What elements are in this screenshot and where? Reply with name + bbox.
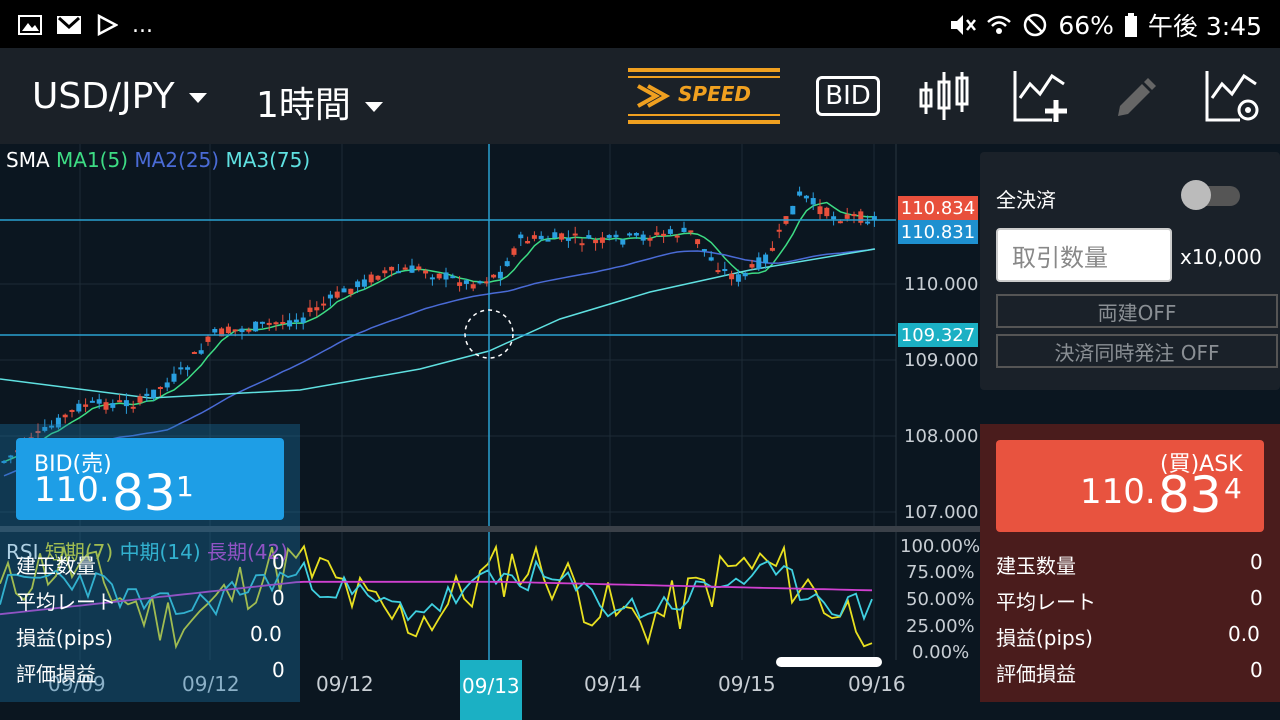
- date-label: 09/16: [848, 672, 906, 696]
- candle: [253, 321, 259, 332]
- quantity-placeholder: 取引数量: [1012, 243, 1108, 272]
- ask-price-small: 4: [1224, 472, 1242, 505]
- ask-price-main: 110.: [1080, 472, 1156, 512]
- ask-eval-pl-label: 評価損益: [996, 662, 1076, 686]
- candlestick-icon[interactable]: [918, 68, 970, 124]
- bid-pips-label: 損益(pips): [16, 626, 113, 650]
- bid-sell-button[interactable]: BID(売) 110. 83 1: [16, 438, 284, 522]
- status-right: 66% 午後 3:45: [948, 8, 1262, 42]
- sma-legend: SMA MA1(5) MA2(25) MA3(75): [6, 148, 310, 172]
- scroll-handle[interactable]: [776, 657, 882, 667]
- date-label: 09/14: [584, 672, 642, 696]
- bid-avg-rate-value: 0: [272, 586, 285, 610]
- chart-settings-icon[interactable]: [1204, 68, 1262, 124]
- ma2-label: MA2(25): [134, 148, 220, 172]
- clock: 午後 3:45: [1147, 12, 1262, 41]
- speed-order-button[interactable]: SPEED: [628, 68, 780, 124]
- chevron-down-icon: [364, 102, 383, 112]
- play-store-icon: [97, 14, 118, 36]
- bid-eval-pl-label: 評価損益: [16, 662, 96, 686]
- bid-price-main: 110.: [34, 470, 110, 510]
- bid-ask-toggle-button[interactable]: BID: [816, 76, 880, 116]
- speed-label: SPEED: [678, 82, 751, 106]
- y-tick-108: 108.000: [904, 426, 978, 447]
- do-not-disturb-icon: [1024, 13, 1047, 37]
- bid-eval-pl-value: 0: [272, 658, 285, 682]
- mute-icon: [951, 15, 977, 35]
- date-label: 09/15: [718, 672, 776, 696]
- gmail-icon: [57, 16, 81, 34]
- rsi-tick-75: 75.00%: [906, 562, 975, 583]
- rsi-tick-25: 25.00%: [906, 616, 975, 637]
- close-all-toggle[interactable]: [1176, 176, 1242, 214]
- ask-price-big: 83: [1158, 466, 1222, 524]
- ma3-label: MA3(75): [225, 148, 311, 172]
- close-all-label: 全決済: [996, 188, 1056, 212]
- bid-label: BID: [825, 81, 871, 111]
- bid-position-qty-value: 0: [272, 550, 285, 574]
- crosshair-price-tag: 109.327: [898, 323, 978, 347]
- hedge-label: 両建OFF: [1097, 300, 1177, 325]
- hedge-toggle-button[interactable]: 両建OFF: [996, 294, 1278, 328]
- bid-pips-value: 0.0: [250, 622, 282, 646]
- rsi-tick-0: 0.00%: [912, 642, 969, 660]
- wifi-icon: [987, 15, 1012, 34]
- bid-avg-rate-label: 平均レート: [16, 590, 116, 614]
- ma1-label: MA1(5): [56, 148, 128, 172]
- ask-avg-rate-value: 0: [1250, 586, 1263, 610]
- bid-position-qty-label: 建玉数量: [16, 554, 96, 578]
- battery-percent: 66%: [1058, 10, 1114, 40]
- ask-avg-rate-label: 平均レート: [996, 590, 1096, 614]
- quantity-unit: x10,000: [1180, 245, 1262, 269]
- status-bar: ... 66% 午後 3:45: [0, 0, 1280, 48]
- trade-quantity-input[interactable]: 取引数量: [996, 228, 1172, 282]
- ask-eval-pl-value: 0: [1250, 658, 1263, 682]
- rsi-tick-100: 100.00%: [900, 536, 980, 557]
- candle: [790, 205, 796, 215]
- status-left: ...: [18, 10, 153, 40]
- chevron-down-icon: [188, 93, 207, 103]
- y-tick-110: 110.000: [904, 274, 978, 295]
- ask-pips-label: 損益(pips): [996, 626, 1093, 650]
- timeframe-selector[interactable]: 1時間: [256, 76, 383, 128]
- timeframe-label: 1時間: [256, 85, 351, 126]
- currency-pair-selector[interactable]: USD/JPY: [32, 76, 207, 117]
- simultaneous-order-label: 決済同時発注 OFF: [1054, 340, 1220, 365]
- y-tick-109: 109.000: [904, 350, 978, 371]
- ask-price-tag: 110.834: [898, 196, 978, 220]
- ask-position-qty-label: 建玉数量: [996, 554, 1076, 578]
- ask-buy-button[interactable]: (買)ASK 110. 83 4: [996, 440, 1264, 532]
- ask-position-qty-value: 0: [1250, 550, 1263, 574]
- image-icon: [18, 15, 42, 35]
- date-label: 09/12: [316, 672, 374, 696]
- battery-icon: [1124, 13, 1137, 37]
- y-tick-107: 107.000: [904, 502, 978, 523]
- crosshair-date-label: 09/13: [462, 674, 520, 698]
- ask-pips-value: 0.0: [1228, 622, 1260, 646]
- simultaneous-order-button[interactable]: 決済同時発注 OFF: [996, 334, 1278, 368]
- add-indicator-icon[interactable]: [1012, 68, 1070, 124]
- bid-price-tag: 110.831: [898, 220, 978, 244]
- rsi-tick-50: 50.00%: [906, 589, 975, 610]
- status-ellipsis: ...: [132, 12, 153, 38]
- bid-price-small: 1: [176, 470, 194, 503]
- pencil-icon[interactable]: [1112, 74, 1158, 120]
- currency-pair-label: USD/JPY: [32, 76, 175, 117]
- sma-label: SMA: [6, 148, 50, 172]
- bid-price-big: 83: [112, 464, 176, 522]
